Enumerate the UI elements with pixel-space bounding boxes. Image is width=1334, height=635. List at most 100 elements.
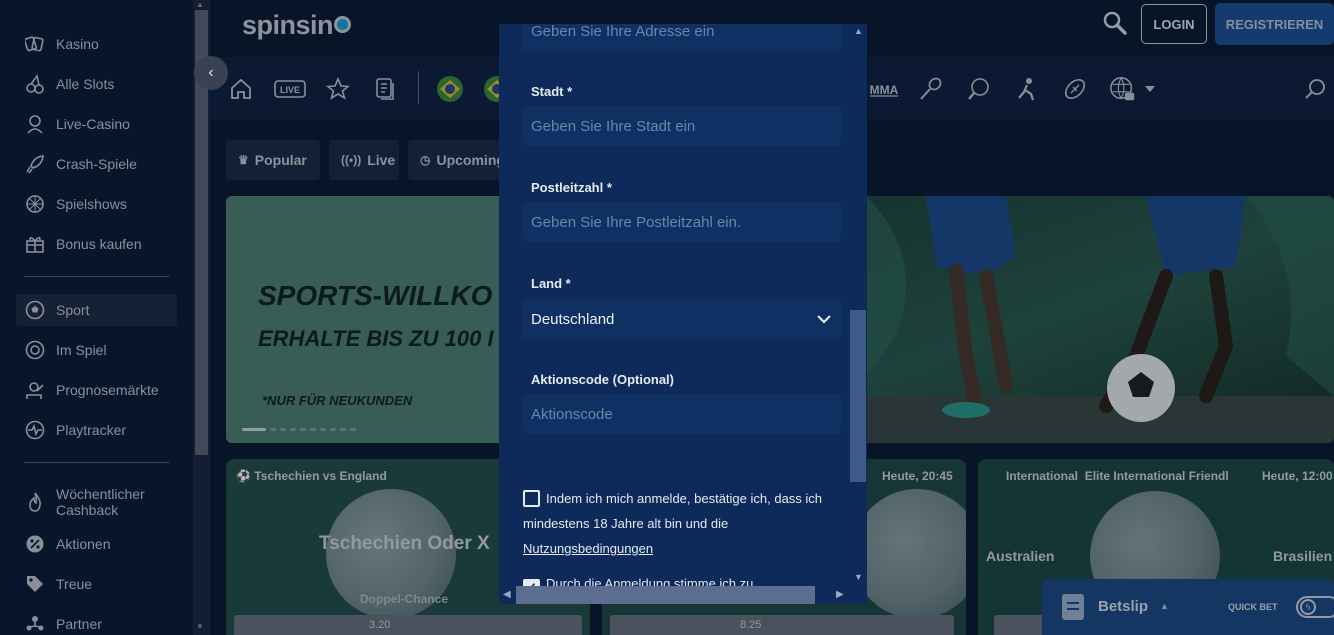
login-button[interactable]: LOGIN xyxy=(1141,4,1207,44)
registration-modal: Geben Sie Ihre Adresse ein Stadt * Geben… xyxy=(499,24,867,604)
flag-brazil-icon[interactable] xyxy=(436,75,464,103)
match-card-market: Doppel-Chance xyxy=(360,592,449,606)
sidebar-item-kasino[interactable]: Kasino xyxy=(16,28,177,60)
pagination-dot[interactable] xyxy=(280,428,286,431)
pagination-dot[interactable] xyxy=(242,428,266,431)
terms-checkbox[interactable] xyxy=(523,490,540,507)
pagination-dot[interactable] xyxy=(270,428,276,431)
match-card-competition: International Elite International Friend… xyxy=(1006,469,1229,483)
sidebar-item-sport[interactable]: Sport xyxy=(16,294,177,326)
sidebar-scrollbar[interactable]: ▲ ▼ xyxy=(193,0,210,635)
scroll-right-icon[interactable]: ▶ xyxy=(836,589,844,600)
sidebar-item-spielshows[interactable]: Spielshows xyxy=(16,188,177,220)
tab-live[interactable]: ((•)) Live xyxy=(329,140,399,180)
modal-horizontal-scrollbar[interactable]: ◀ ▶ xyxy=(499,586,850,604)
scroll-up-icon[interactable]: ▲ xyxy=(196,0,204,9)
sidebar-item-label: Aktionen xyxy=(56,536,111,552)
match-card-title: Tschechien Oder X xyxy=(319,533,490,554)
mma-icon[interactable]: MMA xyxy=(868,75,900,103)
pagination-dot[interactable] xyxy=(300,428,306,431)
home-team: Australien xyxy=(986,548,1055,564)
scroll-down-icon[interactable]: ▼ xyxy=(196,622,204,631)
zip-input[interactable]: Geben Sie Ihre Postleitzahl ein. xyxy=(523,202,841,242)
badminton-icon[interactable] xyxy=(917,75,945,103)
modal-vertical-scrollbar[interactable]: ▲ ▼ xyxy=(850,24,867,586)
sidebar-item-bonus-kaufen[interactable]: Bonus kaufen xyxy=(16,228,177,260)
american-football-icon[interactable] xyxy=(1061,75,1089,103)
home-icon[interactable] xyxy=(227,75,255,103)
partner-icon xyxy=(24,613,46,635)
scroll-up-icon[interactable]: ▲ xyxy=(854,26,863,36)
sidebar-item-playtracker[interactable]: Playtracker xyxy=(16,414,177,446)
clock-icon: ◷ xyxy=(420,153,431,167)
banner-pagination[interactable] xyxy=(242,428,356,431)
mma-icon-label: MMA xyxy=(870,83,899,97)
betslip-icon xyxy=(1062,594,1084,620)
sidebar-item-alle-slots[interactable]: Alle Slots xyxy=(16,68,177,100)
sidebar-item-crash-spiele[interactable]: Crash-Spiele xyxy=(16,148,177,180)
sidebar-divider xyxy=(24,462,169,463)
site-logo[interactable]: spinsin xyxy=(242,10,352,41)
city-input[interactable]: Geben Sie Ihre Stadt ein xyxy=(523,106,841,146)
star-icon[interactable] xyxy=(324,75,352,103)
sidebar-item-live-casino[interactable]: Live-Casino xyxy=(16,108,177,140)
sidebar-collapse-button[interactable]: ‹ xyxy=(194,56,228,90)
esports-icon[interactable] xyxy=(1109,75,1137,103)
flame-icon xyxy=(24,491,46,513)
sidebar-item-aktionen[interactable]: Aktionen xyxy=(16,528,177,560)
scroll-left-icon[interactable]: ◀ xyxy=(503,589,511,600)
sidebar-item-label: Sport xyxy=(56,302,90,318)
cherries-icon xyxy=(24,73,46,95)
hockey-icon[interactable] xyxy=(1013,75,1041,103)
sidebar-item-weekly-cashback[interactable]: Wöchentlicher Cashback xyxy=(16,484,177,520)
address-input[interactable]: Geben Sie Ihre Adresse ein xyxy=(523,24,841,51)
football-players-image xyxy=(866,196,1334,443)
sidebar-item-prognosemaerkte[interactable]: Prognosemärkte xyxy=(16,374,177,406)
search-icon[interactable] xyxy=(1302,75,1330,103)
scroll-down-icon[interactable]: ▼ xyxy=(854,572,863,582)
banner-note: *NUR FÜR NEUKUNDEN xyxy=(262,393,413,408)
sidebar-item-im-spiel[interactable]: Im Spiel xyxy=(16,334,177,366)
sidebar-item-label: Playtracker xyxy=(56,422,127,438)
pagination-dot[interactable] xyxy=(340,428,346,431)
pagination-dot[interactable] xyxy=(320,428,326,431)
chevron-left-icon: ‹ xyxy=(208,64,214,81)
pagination-dot[interactable] xyxy=(330,428,336,431)
soccer-ball-icon: ⚽ xyxy=(236,469,251,483)
pagination-dot[interactable] xyxy=(310,428,316,431)
odds-button[interactable]: 3.20 xyxy=(234,615,582,635)
country-select[interactable]: Deutschland xyxy=(523,299,841,339)
promo-code-input[interactable]: Aktionscode xyxy=(523,394,841,434)
tab-popular[interactable]: ♛ Popular xyxy=(226,140,320,180)
pulse-icon xyxy=(24,419,46,441)
gift-box-icon xyxy=(24,233,46,255)
live-icon-label: LIVE xyxy=(280,85,300,95)
quick-bet-label: QUICK BET xyxy=(1228,602,1278,612)
quick-bet-toggle[interactable]: ϟ xyxy=(1296,596,1334,618)
country-label: Land * xyxy=(531,276,571,291)
terms-text: Indem ich mich anmelde, bestätige ich, d… xyxy=(523,491,823,531)
live-icon[interactable]: LIVE xyxy=(274,75,306,103)
register-button[interactable]: REGISTRIEREN xyxy=(1215,3,1334,45)
crown-icon: ♛ xyxy=(238,153,249,167)
sidebar-divider xyxy=(24,276,169,277)
tab-upcoming[interactable]: ◷ Upcoming xyxy=(408,140,503,180)
chevron-up-icon: ▲ xyxy=(1160,601,1169,611)
sidebar: Kasino Alle Slots Live-Casino Crash-Spie… xyxy=(0,0,193,635)
sidebar-item-partner[interactable]: Partner xyxy=(16,608,177,635)
pagination-dot[interactable] xyxy=(290,428,296,431)
match-card-time: Heute, 20:45 xyxy=(882,469,953,483)
betslip-bar[interactable]: Betslip ▲ QUICK BET ϟ xyxy=(1042,579,1334,635)
search-icon[interactable] xyxy=(1102,10,1128,41)
sidebar-item-label: Kasino xyxy=(56,36,99,52)
betslip-list-icon[interactable] xyxy=(372,75,400,103)
sidebar-item-treue[interactable]: Treue xyxy=(16,568,177,600)
terms-link[interactable]: Nutzungsbedingungen xyxy=(523,541,653,556)
scrollbar-thumb[interactable] xyxy=(850,310,866,482)
scrollbar-thumb[interactable] xyxy=(516,586,815,604)
pagination-dot[interactable] xyxy=(350,428,356,431)
odds-button[interactable]: 8.25 xyxy=(610,615,954,635)
table-tennis-icon[interactable] xyxy=(965,75,993,103)
chevron-down-icon[interactable] xyxy=(1142,75,1158,103)
betslip-label: Betslip xyxy=(1098,598,1149,615)
